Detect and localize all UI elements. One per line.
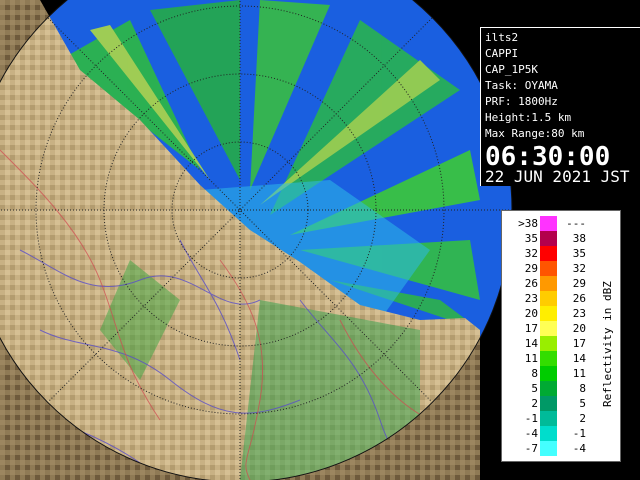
legend-swatch xyxy=(540,231,557,246)
legend-lower-bound: 29 xyxy=(524,262,538,275)
legend-lower-bound: 11 xyxy=(524,352,538,365)
legend-lower-bound: -1 xyxy=(524,412,538,425)
legend-upper-bound: -1 xyxy=(572,427,586,440)
legend-swatch xyxy=(540,426,557,441)
legend-swatch xyxy=(540,351,557,366)
legend-swatch xyxy=(540,336,557,351)
legend-upper-bound: 8 xyxy=(579,382,586,395)
height-value: Height:1.5 km xyxy=(485,111,572,124)
legend-upper-bound: 11 xyxy=(572,367,586,380)
legend-lower-bound: 5 xyxy=(531,382,538,395)
legend-upper-bound: 20 xyxy=(572,322,586,335)
legend-upper-bound: 14 xyxy=(572,352,586,365)
legend-row: -4 -1 xyxy=(502,426,622,441)
legend-swatch xyxy=(540,381,557,396)
legend-upper-bound: 38 xyxy=(572,232,586,245)
legend-upper-bound: 32 xyxy=(572,262,586,275)
legend-swatch xyxy=(540,276,557,291)
legend-lower-bound: 26 xyxy=(524,277,538,290)
legend-row: >38 --- xyxy=(502,216,622,231)
legend-lower-bound: 8 xyxy=(531,367,538,380)
legend-lower-bound: 2 xyxy=(531,397,538,410)
max-range-value: Max Range:80 km xyxy=(485,127,585,140)
prf-value: PRF: 1800Hz xyxy=(485,95,558,108)
legend-lower-bound: 20 xyxy=(524,307,538,320)
legend-swatch xyxy=(540,366,557,381)
legend-upper-bound: 29 xyxy=(572,277,586,290)
legend-caption: Reflectivity in dBZ xyxy=(601,281,614,407)
legend-upper-bound: 17 xyxy=(572,337,586,350)
legend-upper-bound: 2 xyxy=(579,412,586,425)
task-name: Task: OYAMA xyxy=(485,79,558,92)
legend-lower-bound: -4 xyxy=(524,427,538,440)
legend-upper-bound: 23 xyxy=(572,307,586,320)
legend-lower-bound: 23 xyxy=(524,292,538,305)
legend-upper-bound: 35 xyxy=(572,247,586,260)
legend-row: 35 38 xyxy=(502,231,622,246)
legend-row: -7 -4 xyxy=(502,441,622,456)
radar-display: ilts2 CAPPI CAP_1P5K Task: OYAMA PRF: 18… xyxy=(0,0,640,480)
legend-swatch xyxy=(540,441,557,456)
legend-row: 32 35 xyxy=(502,246,622,261)
color-legend: >38 --- 35 38 32 35 29 32 26 29 23 26 20 23 17 20 14 17 11… xyxy=(501,210,621,462)
legend-swatch xyxy=(540,246,557,261)
legend-upper-bound: 5 xyxy=(579,397,586,410)
legend-swatch xyxy=(540,396,557,411)
legend-swatch xyxy=(540,306,557,321)
legend-upper-bound: 26 xyxy=(572,292,586,305)
radar-name: ilts2 xyxy=(485,31,519,44)
product-name: CAP_1P5K xyxy=(485,63,538,76)
product-type: CAPPI xyxy=(485,47,519,60)
legend-upper-bound: -4 xyxy=(572,442,586,455)
legend-swatch xyxy=(540,216,557,231)
legend-swatch xyxy=(540,321,557,336)
legend-swatch xyxy=(540,261,557,276)
legend-lower-bound: 35 xyxy=(524,232,538,245)
info-panel: ilts2 CAPPI CAP_1P5K Task: OYAMA PRF: 18… xyxy=(480,27,640,186)
legend-swatch xyxy=(540,291,557,306)
legend-upper-bound: --- xyxy=(566,217,586,230)
legend-lower-bound: >38 xyxy=(518,217,538,230)
observation-date: 22 JUN 2021 JST xyxy=(485,167,630,186)
legend-swatch xyxy=(540,411,557,426)
legend-lower-bound: 17 xyxy=(524,322,538,335)
legend-row: -1 2 xyxy=(502,411,622,426)
legend-lower-bound: -7 xyxy=(524,442,538,455)
legend-lower-bound: 14 xyxy=(524,337,538,350)
legend-lower-bound: 32 xyxy=(524,247,538,260)
